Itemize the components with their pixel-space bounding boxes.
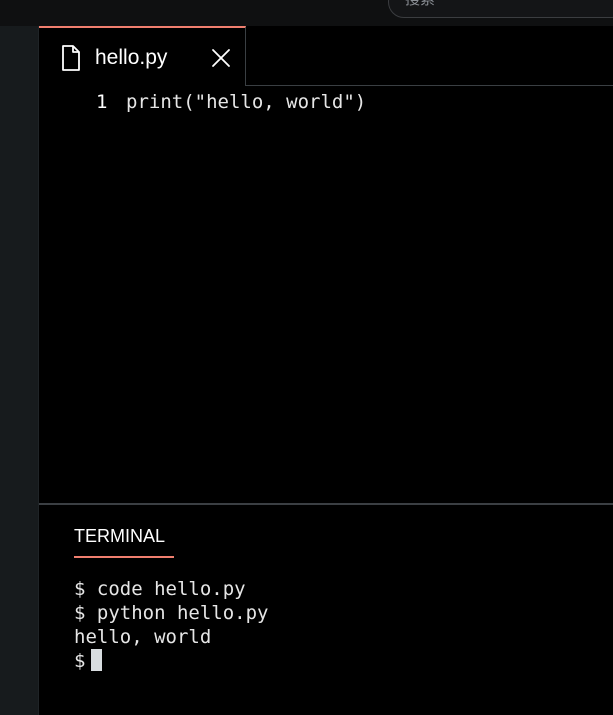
close-icon[interactable]	[211, 48, 231, 68]
tab-terminal-label: TERMINAL	[74, 526, 166, 546]
app-window: 搜索 hello.py 1 print("hello, world")	[0, 0, 613, 715]
terminal-prompt: $	[74, 650, 86, 672]
line-number: 1	[96, 91, 108, 113]
editor-tab-bar: hello.py	[39, 26, 613, 86]
code-area[interactable]: 1 print("hello, world")	[39, 86, 613, 503]
terminal[interactable]: $ code hello.py $ python hello.py hello,…	[74, 577, 604, 707]
editor: hello.py 1 print("hello, world")	[39, 26, 613, 503]
terminal-line: $ code hello.py	[74, 578, 246, 600]
tab-terminal[interactable]: TERMINAL	[74, 523, 174, 558]
line-text: print("hello, world")	[126, 91, 367, 113]
terminal-line: hello, world	[74, 626, 212, 648]
terminal-cursor	[91, 649, 103, 671]
search-placeholder: 搜索	[405, 0, 435, 8]
tab-hello-py[interactable]: hello.py	[39, 26, 246, 86]
terminal-prompt-line: $	[74, 649, 604, 673]
search-input[interactable]: 搜索	[388, 0, 613, 18]
activity-bar	[0, 26, 39, 715]
tab-bar-empty	[246, 26, 613, 86]
bottom-panel: TERMINAL $ code hello.py $ python hello.…	[39, 505, 613, 715]
tab-label: hello.py	[95, 46, 168, 69]
top-bar: 搜索	[0, 0, 613, 26]
file-icon	[62, 45, 80, 71]
code-line: 1 print("hello, world")	[39, 89, 613, 115]
terminal-line: $ python hello.py	[74, 602, 269, 624]
